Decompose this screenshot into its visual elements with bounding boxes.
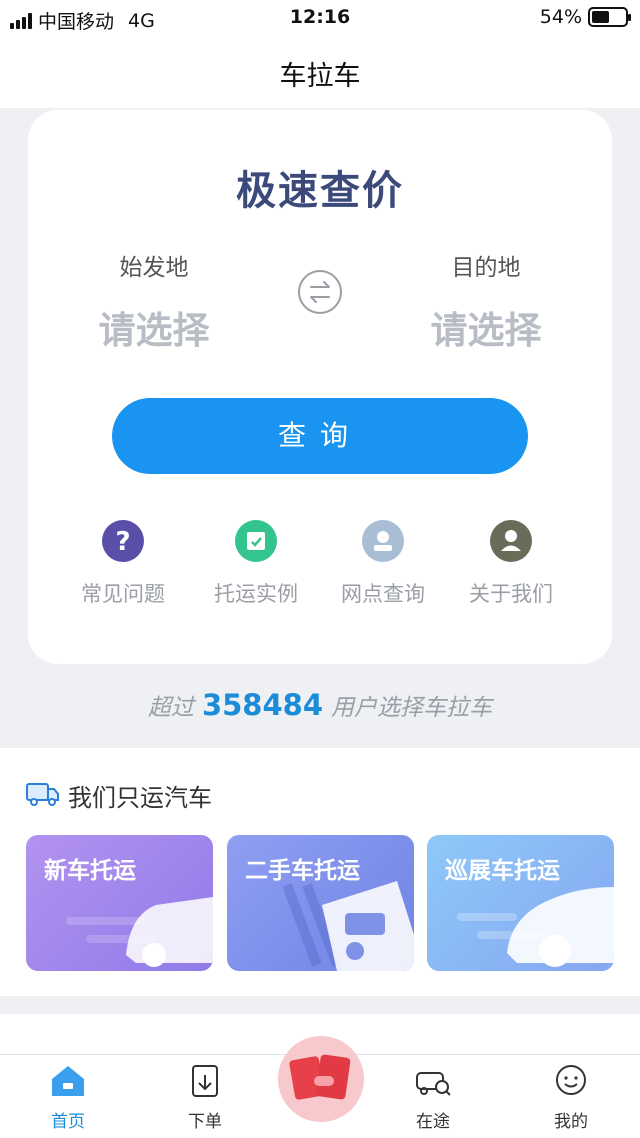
destination-select[interactable]: 请选择 [396,300,576,354]
user-count-banner: 超过 358484 用户选择车拉车 [0,688,640,722]
service-card-label: 巡展车托运 [445,858,560,884]
tab-label: 我的 [554,1112,588,1132]
quick-link-faq[interactable]: ? 常见问题 [58,520,188,608]
status-bar: 中国移动 4G 12:16 54% [0,0,640,36]
user-count-number: 358484 [201,688,324,722]
service-card-new-car[interactable]: 新车托运 [26,835,213,971]
tab-label: 在途 [416,1112,450,1132]
quick-link-label: 网点查询 [341,582,425,606]
red-packet-icon[interactable] [278,1036,364,1122]
battery-percent: 54% [539,6,582,28]
outlet-icon [362,520,404,562]
truck-icon [26,781,60,811]
hero-title: 极速查价 [236,168,404,214]
section-title: 我们只运汽车 [68,784,212,812]
shield-check-icon [235,520,277,562]
swap-arrows-icon[interactable] [298,270,342,314]
service-card-used-car[interactable]: 二手车托运 [227,835,414,971]
quick-link-about[interactable]: 关于我们 [446,520,576,608]
services-section: 我们只运汽车 新车托运 二手车托运 巡展车托运 [0,748,640,996]
quick-link-cases[interactable]: 托运实例 [191,520,321,608]
tab-home[interactable]: 首页 [28,1063,108,1132]
service-card-label: 二手车托运 [245,858,360,884]
user-count-suffix: 用户选择车拉车 [331,695,493,721]
quick-link-outlets[interactable]: 网点查询 [318,520,448,608]
person-icon [490,520,532,562]
nav-bar: 车拉车 [0,36,640,108]
origin-label: 始发地 [119,255,189,281]
service-card-label: 新车托运 [44,858,136,884]
quick-link-label: 关于我们 [469,582,553,606]
tab-label: 下单 [188,1112,222,1132]
battery-icon [588,7,631,27]
service-card-tour-car[interactable]: 巡展车托运 [427,835,614,971]
face-icon [553,1065,589,1103]
question-icon: ? [102,520,144,562]
tab-in-transit[interactable]: 在途 [393,1063,473,1132]
query-button[interactable]: 查询 [112,398,528,474]
car-search-icon [413,1072,453,1103]
page-title: 车拉车 [279,61,361,92]
order-icon [187,1065,223,1103]
user-count-prefix: 超过 [147,695,194,721]
origin-select[interactable]: 请选择 [64,300,244,354]
tab-label: 首页 [51,1112,85,1132]
quick-link-label: 托运实例 [214,582,298,606]
tab-profile[interactable]: 我的 [531,1063,611,1132]
svg-text:?: ? [115,527,130,557]
status-right: 54% [539,6,631,28]
tab-order[interactable]: 下单 [165,1063,245,1132]
price-query-card: 极速查价 始发地 请选择 目的地 请选择 查询 ? 常见问题 托运实例 网点查询… [28,110,612,664]
quick-link-label: 常见问题 [81,582,165,606]
home-icon [48,1066,88,1103]
section-header: 我们只运汽车 [26,778,212,813]
destination-label: 目的地 [451,255,521,281]
